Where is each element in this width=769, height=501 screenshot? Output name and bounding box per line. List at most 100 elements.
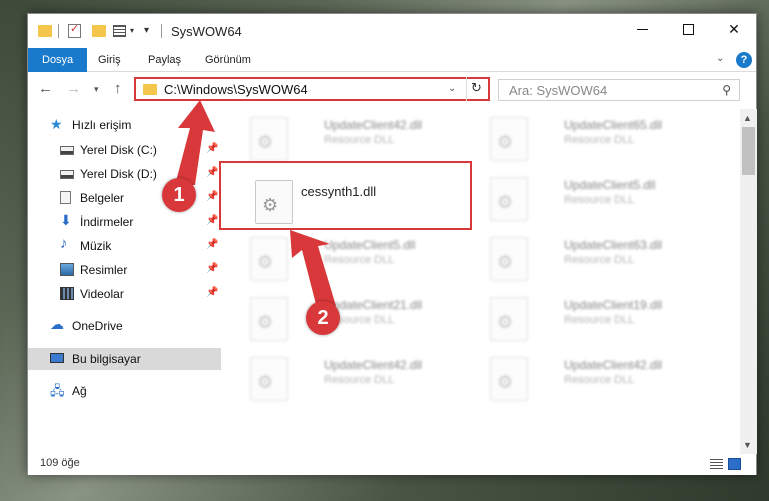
dll-file-icon: ⚙: [490, 177, 528, 221]
gear-icon: ⚙: [497, 372, 514, 392]
search-icon[interactable]: ⚲: [722, 83, 731, 97]
file-name: UpdateClient42.dll: [324, 358, 423, 372]
pin-icon[interactable]: 📌: [206, 143, 218, 154]
file-item[interactable]: ⚙ UpdateClient19.dll Resource DLL: [484, 293, 714, 349]
help-icon[interactable]: ?: [736, 52, 752, 68]
sidebar-item-videos[interactable]: Videolar 📌: [28, 283, 221, 305]
dll-file-icon: ⚙: [250, 357, 288, 401]
scroll-down-icon[interactable]: ▼: [743, 440, 752, 450]
search-input[interactable]: Ara: SysWOW64 ⚲: [498, 79, 740, 101]
file-item[interactable]: ⚙ UpdateClient42.dll Resource DLL: [244, 353, 474, 409]
file-type: Resource DLL: [324, 134, 395, 146]
address-path[interactable]: C:\Windows\SysWOW64: [164, 82, 308, 97]
tab-home[interactable]: Giriş: [98, 48, 121, 72]
pin-icon[interactable]: 📌: [206, 239, 218, 250]
forward-arrow-icon[interactable]: →: [66, 80, 81, 97]
sidebar-item-music[interactable]: ♪ Müzik 📌: [28, 235, 221, 257]
sidebar-item-label: Yerel Disk (D:): [80, 167, 157, 181]
star-icon: ★: [50, 116, 63, 132]
sidebar-item-network[interactable]: 🖧 Ağ: [28, 380, 221, 402]
sidebar-item-downloads[interactable]: ⬇ İndirmeler 📌: [28, 211, 221, 233]
chevron-down-icon[interactable]: ▾: [130, 26, 134, 42]
maximize-icon: [682, 23, 694, 35]
file-name: UpdateClient42.dll: [564, 358, 663, 372]
expand-ribbon-icon[interactable]: ⌄: [716, 53, 724, 64]
sidebar-item-pictures[interactable]: Resimler 📌: [28, 259, 221, 281]
folder-icon: [143, 84, 157, 95]
tab-file[interactable]: Dosya: [28, 48, 88, 72]
dll-file-icon: ⚙: [250, 237, 288, 281]
scroll-up-icon[interactable]: ▲: [743, 113, 752, 123]
sidebar-item-label: OneDrive: [72, 319, 123, 333]
file-item[interactable]: ⚙ UpdateClient42.dll Resource DLL: [484, 353, 714, 409]
close-button[interactable]: ✕: [711, 14, 757, 44]
file-type: Resource DLL: [324, 254, 395, 266]
pin-icon[interactable]: 📌: [206, 167, 218, 178]
details-view-icon[interactable]: [710, 459, 723, 469]
item-count: 109 öğe: [40, 457, 80, 469]
sidebar-item-disk-d[interactable]: Yerel Disk (D:) 📌: [28, 163, 221, 185]
navigation-bar: ← → ▾ ↑ C:\Windows\SysWOW64 ⌄ ↻ Ara: Sys…: [28, 73, 756, 105]
file-item[interactable]: ⚙ UpdateClient65.dll Resource DLL: [484, 113, 714, 169]
large-icons-view-icon[interactable]: [728, 458, 741, 470]
tab-share[interactable]: Paylaş: [148, 48, 181, 72]
sidebar-item-quick-access[interactable]: ★ Hızlı erişim: [28, 114, 221, 136]
folder-icon[interactable]: [38, 25, 52, 37]
dll-file-icon: ⚙: [490, 357, 528, 401]
gear-icon: ⚙: [257, 312, 274, 332]
file-item[interactable]: ⚙ UpdateClient21.dll Resource DLL: [244, 293, 474, 349]
file-name: UpdateClient63.dll: [564, 238, 663, 252]
chevron-down-icon[interactable]: ⌄: [448, 83, 456, 94]
file-name: UpdateClient5.dll: [324, 238, 416, 252]
up-arrow-icon[interactable]: ↑: [114, 80, 122, 97]
pin-icon[interactable]: 📌: [206, 287, 218, 298]
cloud-icon: ☁: [50, 316, 64, 332]
file-name: UpdateClient65.dll: [564, 118, 663, 132]
gear-icon: ⚙: [497, 312, 514, 332]
sidebar-item-disk-c[interactable]: Yerel Disk (C:) 📌: [28, 139, 221, 161]
customize-toolbar-icon[interactable]: ▾: [144, 25, 149, 41]
minimize-icon: [636, 28, 648, 30]
tab-view[interactable]: Görünüm: [205, 48, 251, 72]
minimize-button[interactable]: [619, 14, 665, 44]
sidebar-item-this-pc[interactable]: Bu bilgisayar: [28, 348, 221, 370]
properties-check-icon[interactable]: [68, 22, 81, 38]
sidebar-item-label: İndirmeler: [80, 215, 134, 229]
pin-icon[interactable]: 📌: [206, 263, 218, 274]
music-icon: ♪: [60, 235, 68, 252]
separator: [161, 24, 162, 38]
pin-icon[interactable]: 📌: [206, 215, 218, 226]
pin-icon[interactable]: 📌: [206, 191, 218, 202]
step-marker-1: 1: [162, 178, 196, 212]
gear-icon: ⚙: [257, 252, 274, 272]
file-type: Resource DLL: [564, 374, 635, 386]
separator: [58, 24, 59, 38]
file-item[interactable]: ⚙ UpdateClient5.dll Resource DLL: [244, 233, 474, 289]
sidebar-item-label: Yerel Disk (C:): [80, 143, 157, 157]
file-name: UpdateClient5.dll: [564, 178, 656, 192]
file-item[interactable]: ⚙ UpdateClient5.dll Resource DLL: [484, 173, 714, 229]
file-item[interactable]: ⚙ UpdateClient63.dll Resource DLL: [484, 233, 714, 289]
file-type: Resource DLL: [324, 374, 395, 386]
sidebar-item-onedrive[interactable]: ☁ OneDrive: [28, 315, 221, 337]
properties-icon[interactable]: [113, 25, 126, 37]
gear-icon: ⚙: [497, 132, 514, 152]
refresh-icon[interactable]: ↻: [466, 77, 486, 101]
vertical-scrollbar[interactable]: ▲ ▼: [740, 109, 757, 454]
gear-icon: ⚙: [257, 372, 274, 392]
dll-file-icon: ⚙: [250, 297, 288, 341]
recent-locations-chevron-icon[interactable]: ▾: [94, 84, 99, 95]
dll-file-icon: ⚙: [490, 237, 528, 281]
maximize-button[interactable]: [665, 14, 711, 44]
sidebar-item-label: Hızlı erişim: [72, 118, 132, 132]
sidebar-item-label: Resimler: [80, 263, 128, 277]
new-folder-icon[interactable]: [92, 25, 106, 37]
file-type: Resource DLL: [564, 134, 635, 146]
explorer-window: ▾ ▾ SysWOW64 ✕ Dosya Giriş Paylaş Görünü…: [27, 13, 757, 475]
file-name: UpdateClient21.dll: [324, 298, 423, 312]
gear-icon: ⚙: [257, 132, 274, 152]
address-bar[interactable]: C:\Windows\SysWOW64 ⌄ ↻: [134, 77, 490, 101]
scrollbar-thumb[interactable]: [742, 127, 755, 175]
drive-icon: [60, 170, 74, 179]
back-arrow-icon[interactable]: ←: [38, 80, 53, 97]
